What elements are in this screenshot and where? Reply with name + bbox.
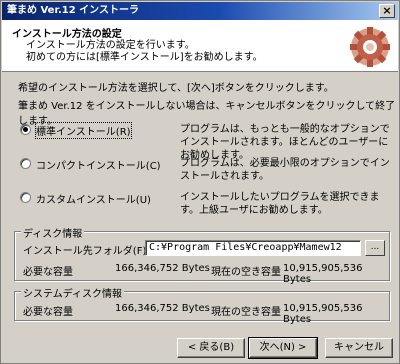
- option-compact[interactable]: コンパクトインストール(C) プログラムは、必要最小限のオプションでインストール…: [20, 157, 390, 187]
- radio-custom[interactable]: [20, 192, 31, 203]
- option-compact-label[interactable]: コンパクトインストール(C): [36, 157, 161, 172]
- install-folder-input[interactable]: C:¥Program Files¥Creoapp¥Mamew12: [145, 240, 361, 256]
- close-button[interactable]: ×: [379, 4, 395, 18]
- back-button[interactable]: < 戻る(B): [177, 338, 245, 358]
- next-button[interactable]: 次へ(N) >: [248, 337, 318, 359]
- cancel-button[interactable]: キャンセル: [325, 338, 393, 358]
- system-free-label: 現在の空き容量: [211, 307, 281, 318]
- system-disk-group: システムディスク情報 必要な容量 166,346,752 Bytes 現在の空き…: [14, 285, 390, 325]
- installer-window: 筆まめ Ver.12 インストーラ × インストール方法の設定 インストール方法…: [0, 0, 400, 364]
- system-required-value: 166,346,752 Bytes: [115, 303, 210, 314]
- option-compact-desc: プログラムは、必要最小限のオプションでインストールされます。: [180, 158, 390, 182]
- radio-compact[interactable]: [20, 158, 31, 169]
- option-standard-label[interactable]: 標準インストール(R): [35, 122, 132, 139]
- step-title: インストール方法の設定: [12, 29, 122, 40]
- system-required-label: 必要な容量: [23, 307, 73, 318]
- option-standard[interactable]: 標準インストール(R) プログラムは、もっとも一般的なオプションでインストールさ…: [20, 122, 390, 161]
- free-space-label: 現在の空き容量: [211, 267, 281, 278]
- gear-icon: [350, 27, 390, 67]
- step-description: インストール方法の設定を行います。 初めての方には[標準インストール]をお勧めし…: [26, 40, 263, 64]
- title-bar[interactable]: 筆まめ Ver.12 インストーラ ×: [2, 2, 398, 20]
- radio-standard[interactable]: [20, 124, 31, 135]
- wizard-body: 希望のインストール方法を選択して、[次へ]ボタンをクリックします。 筆まめ Ve…: [2, 73, 398, 333]
- disk-info-title: ディスク情報: [21, 225, 85, 240]
- required-space-label: 必要な容量: [23, 267, 73, 278]
- browse-button[interactable]: ...: [365, 240, 385, 256]
- required-space-value: 166,346,752 Bytes: [115, 263, 210, 274]
- disk-info-group: ディスク情報 インストール先フォルダ(F) C:¥Program Files¥C…: [14, 225, 390, 285]
- instruction-text: 希望のインストール方法を選択して、[次へ]ボタンをクリックします。: [18, 83, 334, 94]
- system-free-value: 10,915,905,536 Bytes: [283, 303, 363, 325]
- option-custom[interactable]: カスタムインストール(U) インストールしたいプログラムを選択できます。上級ユー…: [20, 191, 390, 221]
- option-custom-desc: インストールしたいプログラムを選択できます。上級ユーザにお勧めします。: [180, 192, 380, 216]
- window-title: 筆まめ Ver.12 インストーラ: [7, 5, 139, 16]
- free-space-value: 10,915,905,536 Bytes: [283, 263, 363, 285]
- step-description-line1: インストール方法の設定を行います。: [26, 40, 195, 51]
- system-disk-title: システムディスク情報: [21, 285, 124, 300]
- step-description-line2: 初めての方には[標準インストール]をお勧めします。: [26, 52, 263, 63]
- wizard-header: インストール方法の設定 インストール方法の設定を行います。 初めての方には[標準…: [2, 20, 398, 72]
- option-custom-label[interactable]: カスタムインストール(U): [36, 191, 151, 206]
- install-folder-label: インストール先フォルダ(F): [23, 246, 147, 257]
